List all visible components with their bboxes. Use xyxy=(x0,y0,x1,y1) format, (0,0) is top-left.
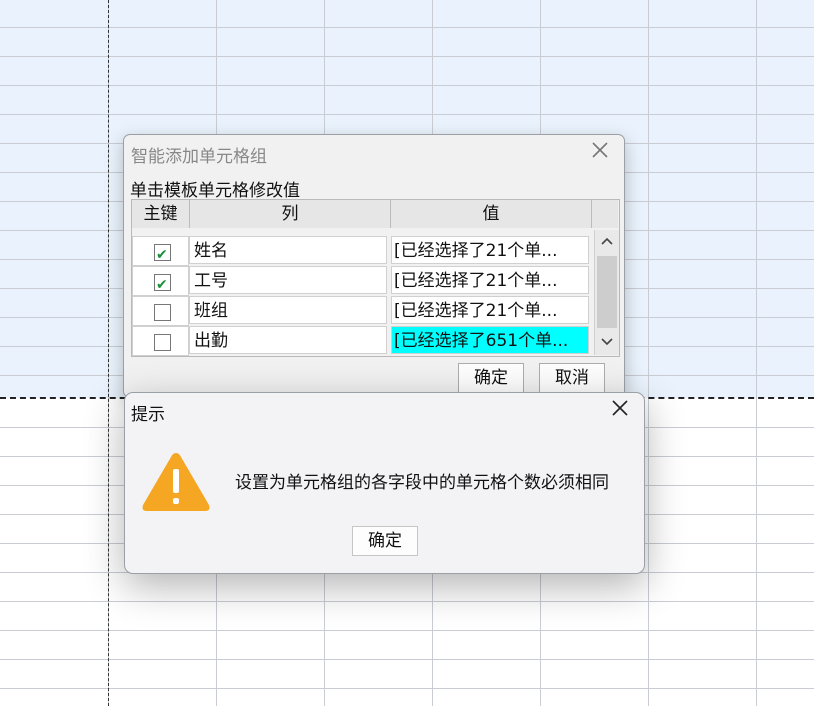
table-row[interactable]: 出勤 [已经选择了651个单... xyxy=(132,326,593,356)
grid-row-line xyxy=(0,114,814,115)
value-cell[interactable]: [已经选择了21个单... xyxy=(391,266,589,294)
ok-button[interactable]: 确定 xyxy=(352,526,418,556)
alert-message: 设置为单元格组的各字段中的单元格个数必须相同 xyxy=(235,473,609,493)
dialog-title: 智能添加单元格组 xyxy=(131,147,267,167)
key-cell[interactable]: ✔ xyxy=(132,266,189,296)
grid-row-line xyxy=(0,688,814,689)
scrollbar-thumb[interactable] xyxy=(597,256,617,328)
grid-row-line xyxy=(0,85,814,86)
column-header-column[interactable]: 列 xyxy=(190,200,391,228)
close-icon[interactable] xyxy=(590,141,610,161)
smart-add-cell-group-dialog: 智能添加单元格组 单击模板单元格修改值 主键 列 值 ✔ 姓名 [已经选择了21… xyxy=(123,134,625,398)
template-cell-table[interactable]: 主键 列 值 ✔ 姓名 [已经选择了21个单... ✔ 工号 [已经选择了21个… xyxy=(131,199,620,357)
column-header-key[interactable]: 主键 xyxy=(132,200,190,228)
primary-key-checkbox[interactable]: ✔ xyxy=(154,274,171,293)
column-name-cell[interactable]: 工号 xyxy=(189,266,387,294)
column-header-value[interactable]: 值 xyxy=(391,200,592,228)
vertical-scrollbar[interactable] xyxy=(594,230,619,355)
selection-border-vertical xyxy=(108,0,109,706)
primary-key-checkbox[interactable] xyxy=(154,334,171,351)
key-cell[interactable]: ✔ xyxy=(132,236,189,266)
grid-row-line xyxy=(0,630,814,631)
dialog-instruction: 单击模板单元格修改值 xyxy=(130,181,300,201)
value-cell[interactable]: [已经选择了21个单... xyxy=(391,296,589,324)
alert-title: 提示 xyxy=(131,405,165,425)
column-name-cell[interactable]: 班组 xyxy=(189,296,387,324)
column-header-filler xyxy=(592,200,618,228)
grid-row-line xyxy=(0,659,814,660)
column-name-cell[interactable]: 姓名 xyxy=(189,236,387,264)
close-icon[interactable] xyxy=(610,399,630,419)
value-cell-selected[interactable]: [已经选择了651个单... xyxy=(391,326,589,354)
grid-row-line xyxy=(0,56,814,57)
scroll-down-icon[interactable] xyxy=(595,331,619,355)
grid-row-line xyxy=(0,27,814,28)
table-row[interactable]: ✔ 工号 [已经选择了21个单... xyxy=(132,266,593,296)
grid-row-line xyxy=(0,601,814,602)
key-cell[interactable] xyxy=(132,296,189,326)
table-row[interactable]: ✔ 姓名 [已经选择了21个单... xyxy=(132,236,593,266)
primary-key-checkbox[interactable]: ✔ xyxy=(154,244,171,263)
cancel-button[interactable]: 取消 xyxy=(539,363,605,393)
key-cell[interactable] xyxy=(132,326,189,356)
value-cell[interactable]: [已经选择了21个单... xyxy=(391,236,589,264)
column-name-cell[interactable]: 出勤 xyxy=(189,326,387,354)
scroll-up-icon[interactable] xyxy=(595,230,619,254)
table-row[interactable]: 班组 [已经选择了21个单... xyxy=(132,296,593,326)
check-icon: ✔ xyxy=(156,277,168,293)
alert-dialog: 提示 设置为单元格组的各字段中的单元格个数必须相同 确定 xyxy=(124,392,645,574)
ok-button[interactable]: 确定 xyxy=(458,363,524,393)
primary-key-checkbox[interactable] xyxy=(154,304,171,321)
warning-icon xyxy=(139,449,213,515)
check-icon: ✔ xyxy=(156,247,168,263)
